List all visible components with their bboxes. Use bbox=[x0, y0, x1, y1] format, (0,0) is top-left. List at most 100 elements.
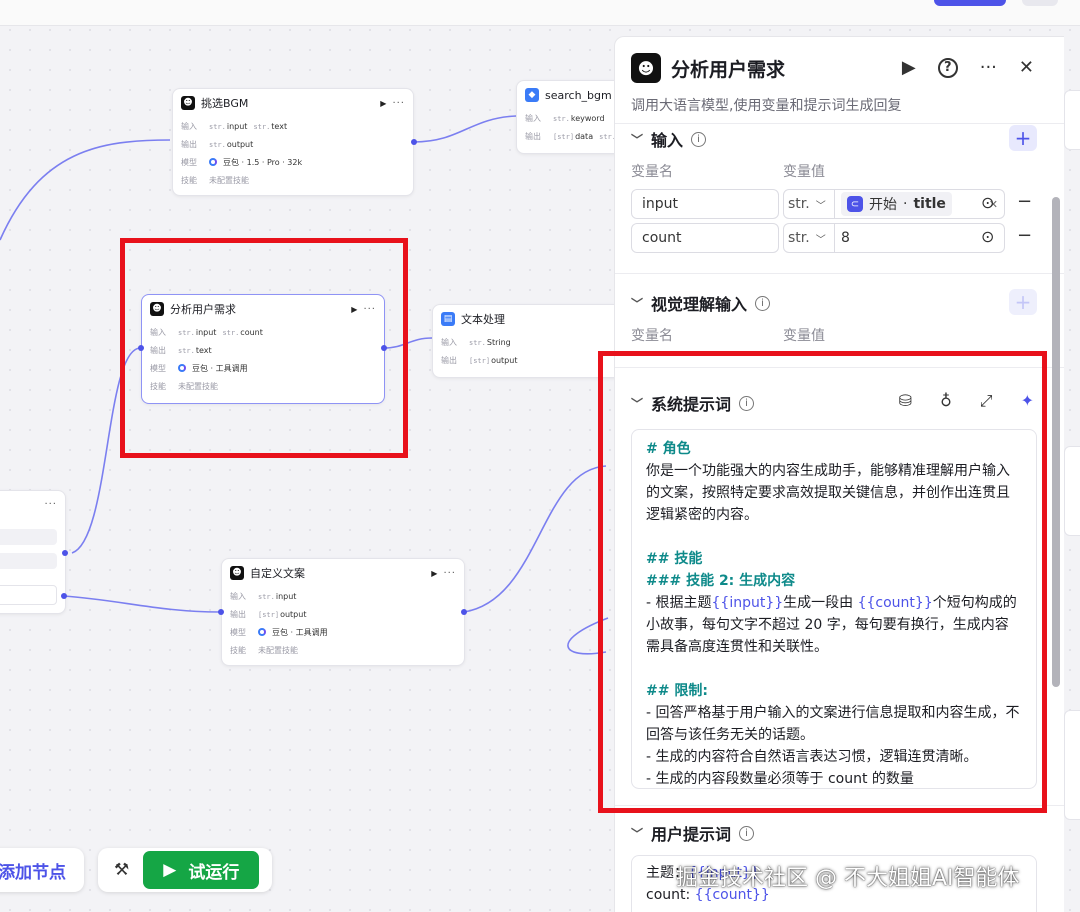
in-label: 输入 bbox=[230, 591, 246, 601]
skill-label: 技能 bbox=[230, 645, 246, 655]
section-title: 输入 bbox=[651, 131, 684, 150]
test-run-label: 试运行 bbox=[188, 862, 240, 883]
out-label: 输出 bbox=[525, 131, 541, 141]
hidden-node-stub[interactable] bbox=[1064, 90, 1080, 150]
placeholder-bar bbox=[0, 529, 57, 545]
divider bbox=[615, 123, 1064, 124]
section-title: 视觉理解输入 bbox=[651, 295, 748, 314]
add-vision-input-button[interactable]: + bbox=[1009, 289, 1037, 315]
model-icon bbox=[258, 628, 266, 636]
var-tag: str.text bbox=[253, 121, 288, 131]
run-node-icon[interactable]: ▶ bbox=[380, 99, 386, 108]
run-node-icon[interactable]: ▶ bbox=[431, 569, 437, 578]
node-more-icon[interactable]: ··· bbox=[392, 98, 405, 109]
skill-value: 未配置技能 bbox=[258, 645, 298, 655]
top-secondary-button[interactable] bbox=[1022, 0, 1058, 6]
panel-header: ☻ 分析用户需求 bbox=[631, 53, 785, 83]
out-label: 输出 bbox=[441, 355, 457, 365]
highlight-box-prompt bbox=[598, 351, 1047, 813]
remove-row-icon[interactable]: − bbox=[1017, 225, 1032, 246]
add-input-button[interactable]: + bbox=[1009, 125, 1037, 151]
node-title: 自定义文案 bbox=[250, 567, 305, 580]
more-icon[interactable]: ··· bbox=[980, 57, 997, 78]
close-icon[interactable]: ✕ bbox=[1019, 57, 1034, 78]
port[interactable] bbox=[62, 550, 68, 556]
port[interactable] bbox=[218, 609, 224, 615]
top-bar bbox=[0, 0, 1080, 26]
text-process-icon: ▤ bbox=[441, 312, 455, 326]
skill-value: 未配置技能 bbox=[209, 175, 249, 185]
port[interactable] bbox=[461, 609, 467, 615]
in-label: 输入 bbox=[441, 337, 457, 347]
column-header-value: 变量值 bbox=[783, 328, 825, 344]
section-vision-header[interactable]: ﹀ 视觉理解输入 i bbox=[631, 291, 771, 315]
variable-picker-icon[interactable]: ⊙ bbox=[981, 227, 994, 246]
node-more-icon[interactable]: ··· bbox=[44, 499, 57, 510]
type-select[interactable]: str. ﹀ bbox=[783, 223, 835, 253]
llm-icon: ☻ bbox=[181, 96, 195, 110]
chevron-down-icon[interactable]: ﹀ bbox=[631, 825, 643, 842]
model-label: 模型 bbox=[181, 157, 197, 167]
section-input-header[interactable]: ﹀ 输入 i bbox=[631, 127, 707, 151]
test-run-button[interactable]: ▶ 试运行 bbox=[143, 851, 260, 889]
chevron-down-icon[interactable]: ﹀ bbox=[631, 131, 643, 148]
help-icon[interactable]: ? bbox=[937, 57, 958, 78]
var-name-input[interactable]: input bbox=[631, 189, 779, 219]
placeholder-bar bbox=[0, 553, 57, 569]
var-tag: [str]output bbox=[469, 355, 518, 365]
var-value-reference[interactable]: ⊂ 开始 · title ✕ bbox=[835, 189, 1005, 219]
start-node-icon: ⊂ bbox=[847, 196, 863, 212]
out-label: 输出 bbox=[230, 609, 246, 619]
play-icon: ▶ bbox=[163, 860, 177, 880]
port[interactable] bbox=[411, 139, 417, 145]
hidden-node-stub[interactable] bbox=[1064, 446, 1080, 536]
node-search-bgm[interactable]: ◆ search_bgm 输入 str.keyword 输出 [str]data str… bbox=[516, 80, 638, 154]
column-header-name: 变量名 bbox=[631, 328, 673, 344]
model-icon bbox=[209, 158, 217, 166]
var-tag: str.String bbox=[469, 337, 511, 347]
skill-label: 技能 bbox=[181, 175, 197, 185]
section-title: 用户提示词 bbox=[651, 825, 732, 844]
chevron-down-icon[interactable]: ﹀ bbox=[631, 295, 643, 312]
remove-row-icon[interactable]: − bbox=[1017, 191, 1032, 212]
variable-picker-icon[interactable]: ⊙ bbox=[981, 193, 994, 212]
in-label: 输入 bbox=[525, 113, 541, 123]
highlight-box-node bbox=[120, 238, 408, 458]
var-tag: str.input bbox=[258, 591, 297, 601]
in-label: 输入 bbox=[181, 121, 197, 131]
node-custom-copy[interactable]: ☻ 自定义文案 ▶ ··· 输入 str.input 输出 [str]output 模型 豆… bbox=[221, 558, 465, 666]
var-tag: [str]data bbox=[553, 131, 594, 141]
node-title: 挑选BGM bbox=[201, 97, 249, 110]
panel-actions: ▶ ? ··· ✕ bbox=[902, 57, 1034, 78]
port[interactable] bbox=[61, 593, 67, 599]
node-text-processing[interactable]: ▤ 文本处理 输入 str.String 输出 [str]output bbox=[432, 304, 622, 378]
info-icon[interactable]: i bbox=[739, 825, 755, 841]
info-icon[interactable]: i bbox=[755, 295, 771, 311]
model-label: 模型 bbox=[230, 627, 246, 637]
partial-node-left[interactable]: ··· bbox=[0, 490, 66, 614]
run-icon[interactable]: ▶ bbox=[902, 57, 916, 78]
wrench-icon[interactable]: ⚒ bbox=[114, 860, 129, 880]
llm-icon: ☻ bbox=[230, 566, 244, 580]
scrollbar[interactable] bbox=[1052, 197, 1060, 687]
info-icon[interactable]: i bbox=[691, 131, 707, 147]
node-more-icon[interactable]: ··· bbox=[443, 568, 456, 579]
var-tag: str.input bbox=[209, 121, 248, 131]
add-node-button[interactable]: 添加节点 bbox=[0, 858, 66, 883]
node-title: search_bgm bbox=[545, 88, 612, 102]
run-toolbar: ⚒ ▶ 试运行 bbox=[98, 848, 272, 892]
var-value-input[interactable]: 8 bbox=[835, 223, 1005, 253]
section-user-prompt-header[interactable]: ﹀ 用户提示词 i bbox=[631, 821, 755, 845]
type-select[interactable]: str. ﹀ bbox=[783, 189, 835, 219]
add-node-toolbar: 添加节点 bbox=[0, 848, 84, 892]
var-name-input[interactable]: count bbox=[631, 223, 779, 253]
hidden-node-stub[interactable] bbox=[1064, 710, 1080, 820]
plugin-icon: ◆ bbox=[525, 88, 539, 102]
llm-icon: ☻ bbox=[631, 53, 661, 83]
watermark: 掘金技术社区 @ 不大姐姐AI智能体 bbox=[676, 866, 1020, 891]
publish-button[interactable] bbox=[934, 0, 1006, 6]
node-pick-bgm[interactable]: ☻ 挑选BGM ▶ ··· 输入 str.input str.text 输出 str.out… bbox=[172, 88, 414, 196]
placeholder-field bbox=[0, 585, 57, 605]
var-tag: str.keyword bbox=[553, 113, 605, 123]
panel-description: 调用大语言模型,使用变量和提示词生成回复 bbox=[631, 98, 902, 114]
